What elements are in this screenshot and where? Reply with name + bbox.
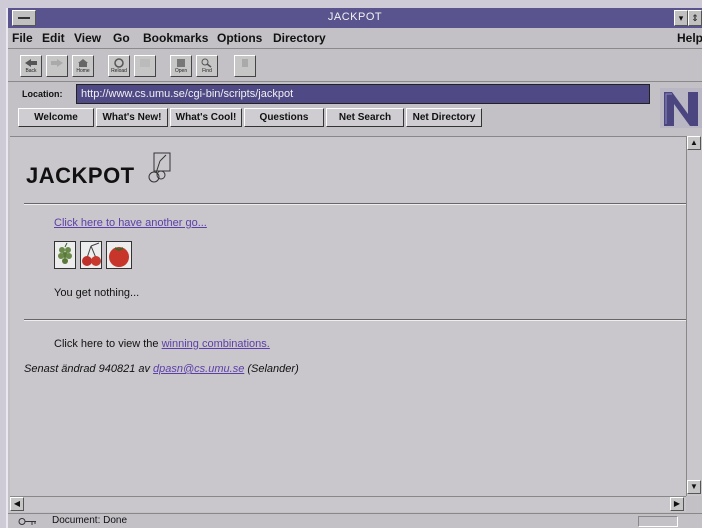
find-button[interactable]: Find [196, 55, 218, 77]
horizontal-scrollbar[interactable]: ◀ ▶ [10, 496, 686, 512]
menu-bookmarks[interactable]: Bookmarks [143, 31, 208, 45]
scroll-right-icon[interactable]: ▶ [670, 497, 684, 511]
scroll-left-icon[interactable]: ◀ [10, 497, 24, 511]
cherry-logo-icon [148, 152, 171, 183]
cherries-icon [82, 242, 101, 266]
reel-cherries [80, 241, 102, 269]
net-search-button[interactable]: Net Search [326, 108, 404, 127]
maximize-button[interactable]: ⇕ [688, 10, 702, 26]
divider [24, 319, 688, 321]
footer-suffix: (Selander) [244, 363, 299, 375]
whats-new-button[interactable]: What's New! [96, 108, 168, 127]
divider [24, 203, 688, 205]
security-key-icon [18, 518, 36, 525]
scroll-up-icon[interactable]: ▲ [687, 136, 701, 150]
page-heading: JACKPOT [26, 163, 135, 188]
winning-combinations-line: Click here to view the winning combinati… [54, 338, 270, 350]
menu-edit[interactable]: Edit [42, 31, 65, 45]
open-button[interactable]: Open [170, 55, 192, 77]
reload-icon [114, 58, 124, 68]
progress-box [638, 516, 678, 527]
location-input[interactable]: http://www.cs.umu.se/cgi-bin/scripts/jac… [76, 84, 650, 104]
questions-button[interactable]: Questions [244, 108, 324, 127]
reel-tomato [106, 241, 132, 269]
toolbar: Back Home Reload Open Find [8, 48, 702, 82]
minimize-button[interactable]: ▾ [674, 10, 688, 26]
whats-cool-button[interactable]: What's Cool! [170, 108, 242, 127]
location-row: Location: http://www.cs.umu.se/cgi-bin/s… [8, 84, 660, 106]
footer-prefix: Senast ändrad 940821 av [24, 363, 154, 375]
location-label: Location: [22, 89, 63, 99]
browser-window: JACKPOT ▾ ⇕ File Edit View Go Bookmarks … [6, 8, 702, 528]
net-directory-button[interactable]: Net Directory [406, 108, 482, 127]
status-text: Document: Done [52, 515, 128, 526]
back-button[interactable]: Back [20, 55, 42, 77]
forward-arrow-icon [51, 59, 63, 67]
reel-grapes [54, 241, 76, 269]
tomato-icon [109, 247, 129, 267]
reload-button[interactable]: Reload [108, 55, 130, 77]
stop-icon [242, 59, 248, 67]
open-icon [177, 59, 185, 67]
another-go-link[interactable]: Click here to have another go... [54, 217, 207, 229]
title-bar: JACKPOT ▾ ⇕ [8, 8, 702, 28]
page-content: JACKPOT Click here to have another go... [10, 136, 688, 496]
images-button[interactable] [134, 55, 156, 77]
menu-help[interactable]: Help [677, 31, 702, 45]
menu-view[interactable]: View [74, 31, 101, 45]
footer-line: Senast ändrad 940821 av dpasn@cs.umu.se … [24, 363, 299, 375]
images-icon [140, 59, 150, 67]
menu-options[interactable]: Options [217, 31, 262, 45]
menu-go[interactable]: Go [113, 31, 130, 45]
home-icon [78, 59, 88, 67]
scroll-down-icon[interactable]: ▼ [687, 480, 701, 494]
grapes-icon [58, 242, 72, 264]
email-link[interactable]: dpasn@cs.umu.se [153, 363, 244, 375]
status-bar: Document: Done [8, 513, 702, 528]
find-icon [201, 58, 212, 68]
directory-buttons: Welcome What's New! What's Cool! Questio… [8, 108, 660, 128]
winning-combinations-link[interactable]: winning combinations. [162, 338, 270, 350]
netscape-n-logo-icon [660, 88, 702, 128]
result-text: You get nothing... [54, 287, 140, 299]
home-button[interactable]: Home [72, 55, 94, 77]
view-text: Click here to view the [54, 338, 162, 350]
welcome-button[interactable]: Welcome [18, 108, 94, 127]
back-arrow-icon [25, 59, 37, 67]
window-title: JACKPOT [327, 11, 383, 23]
forward-button[interactable] [46, 55, 68, 77]
stop-button[interactable] [234, 55, 256, 77]
vertical-scrollbar[interactable]: ▲ ▼ [686, 136, 702, 496]
menu-bar: File Edit View Go Bookmarks Options Dire… [8, 29, 702, 46]
menu-file[interactable]: File [12, 31, 33, 45]
menu-directory[interactable]: Directory [273, 31, 326, 45]
